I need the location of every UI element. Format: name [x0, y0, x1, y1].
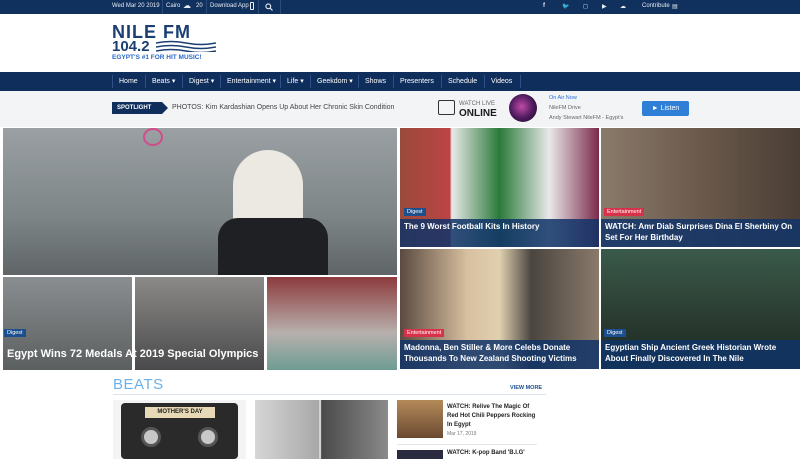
- search-icon[interactable]: [265, 3, 273, 11]
- site-logo[interactable]: NILE FM 104.2 EGYPT'S #1 FOR HIT MUSIC!: [112, 22, 222, 66]
- athlete-shirt: [218, 218, 328, 275]
- list-divider: [397, 444, 537, 445]
- download-app-link[interactable]: Download App: [210, 3, 249, 9]
- nav-divider: [145, 75, 146, 88]
- tile-badge-celebs[interactable]: Entertainment: [404, 329, 445, 337]
- beats-thumb-2[interactable]: [397, 450, 443, 459]
- section-title-beats: BEATS: [113, 376, 164, 393]
- cloud-icon: ☁: [183, 1, 191, 10]
- nav-divider: [280, 75, 281, 88]
- host-name: Andy Stewart NileFM - Egypt's: [549, 115, 624, 121]
- tile-badge-ship[interactable]: Digest: [604, 329, 626, 337]
- nav-item-videos[interactable]: Videos: [491, 72, 512, 91]
- on-air-avatar: [509, 94, 537, 122]
- watch-live-label: WATCH LIVE: [459, 101, 496, 107]
- cassette-reel-left: [141, 427, 161, 447]
- nav-item-digest[interactable]: Digest ▾: [189, 72, 214, 91]
- nav-divider: [393, 75, 394, 88]
- tile-title-ship[interactable]: Egyptian Ship Ancient Greek Historian Wr…: [601, 340, 800, 369]
- cassette-label: MOTHER'S DAY: [145, 407, 215, 418]
- hero-title[interactable]: Egypt Wins 72 Medals At 2019 Special Oly…: [3, 344, 397, 364]
- tile-badge-amr-diab[interactable]: Entertainment: [604, 208, 645, 216]
- hero-category-badge[interactable]: Digest: [4, 329, 26, 337]
- nav-divider: [310, 75, 311, 88]
- nav-divider: [220, 75, 221, 88]
- nav-item-beats[interactable]: Beats ▾: [152, 72, 175, 91]
- document-icon: ▤: [672, 4, 678, 10]
- nav-item-schedule[interactable]: Schedule: [448, 72, 477, 91]
- contribute-link[interactable]: Contribute: [642, 3, 670, 9]
- phone-icon: [250, 2, 254, 10]
- spotlight-headline[interactable]: PHOTOS: Kim Kardashian Opens Up About He…: [172, 104, 394, 111]
- cassette-reel-right: [198, 427, 218, 447]
- beats-item-title-1[interactable]: WATCH: Relive The Magic Of Red Hot Chili…: [447, 403, 537, 430]
- divider: [280, 0, 281, 14]
- beats-thumb-1[interactable]: [397, 400, 443, 438]
- current-date: Wed Mar 20 2019: [112, 3, 160, 9]
- logo-tagline: EGYPT'S #1 FOR HIT MUSIC!: [112, 54, 202, 61]
- logo-frequency: 104.2: [112, 38, 150, 55]
- nav-divider: [112, 75, 113, 88]
- nav-item-geekdom[interactable]: Geekdom ▾: [317, 72, 353, 91]
- tile-badge-football-kits[interactable]: Digest: [404, 208, 426, 216]
- nav-divider: [441, 75, 442, 88]
- beats-card-image-1[interactable]: MOTHER'S DAY: [113, 400, 246, 459]
- main-nav: Home Beats ▾ Digest ▾ Entertainment ▾ Li…: [0, 72, 800, 91]
- nav-item-entertainment[interactable]: Entertainment ▾: [227, 72, 276, 91]
- listen-button[interactable]: ► Listen: [642, 101, 689, 116]
- tile-title-celebs[interactable]: Madonna, Ben Stiller & More Celebs Donat…: [400, 340, 599, 369]
- nav-item-home[interactable]: Home: [119, 72, 138, 91]
- spotlight-label: SPOTLIGHT: [112, 102, 168, 114]
- facebook-icon[interactable]: f: [543, 3, 545, 9]
- tv-icon: [438, 100, 455, 115]
- tile-title-amr-diab[interactable]: WATCH: Amr Diab Surprises Dina El Sherbi…: [601, 219, 800, 247]
- nav-divider: [358, 75, 359, 88]
- nav-divider: [182, 75, 183, 88]
- hero-image-main[interactable]: [3, 128, 397, 275]
- wave-lines-icon: [156, 40, 216, 52]
- top-bar: Wed Mar 20 2019 Cairo ☁ 20 Download App …: [0, 0, 800, 14]
- divider: [162, 0, 163, 14]
- view-more-link[interactable]: VIEW MORE: [510, 385, 542, 391]
- section-divider: [113, 394, 546, 395]
- nav-divider: [484, 75, 485, 88]
- tile-title-football-kits[interactable]: The 9 Worst Football Kits In History: [400, 219, 599, 247]
- soundcloud-icon[interactable]: ☁: [620, 3, 626, 10]
- show-name: NileFM Drive: [549, 105, 581, 111]
- nav-item-shows[interactable]: Shows: [365, 72, 386, 91]
- beats-item-title-2[interactable]: WATCH: K-pop Band 'B.I.G': [447, 449, 537, 458]
- beats-card-image-2[interactable]: [255, 400, 388, 459]
- temperature: 20: [196, 3, 203, 9]
- nav-item-life[interactable]: Life ▾: [287, 72, 304, 91]
- city-label: Cairo: [166, 3, 181, 9]
- nav-divider: [520, 75, 521, 88]
- youtube-icon[interactable]: ▶: [602, 3, 607, 10]
- racket-icon: [143, 128, 163, 146]
- twitter-icon[interactable]: 🐦: [562, 3, 569, 10]
- divider: [206, 0, 207, 14]
- beats-item-date-1: Mar 17, 2019: [447, 431, 477, 437]
- on-air-info: On Air Now NileFM Drive Andy Stewart Nil…: [549, 95, 623, 121]
- nav-item-presenters[interactable]: Presenters: [400, 72, 434, 91]
- online-label: ONLINE: [459, 108, 497, 119]
- divider: [258, 0, 259, 14]
- instagram-icon[interactable]: ◻: [583, 3, 588, 10]
- on-air-label: On Air Now: [549, 95, 577, 101]
